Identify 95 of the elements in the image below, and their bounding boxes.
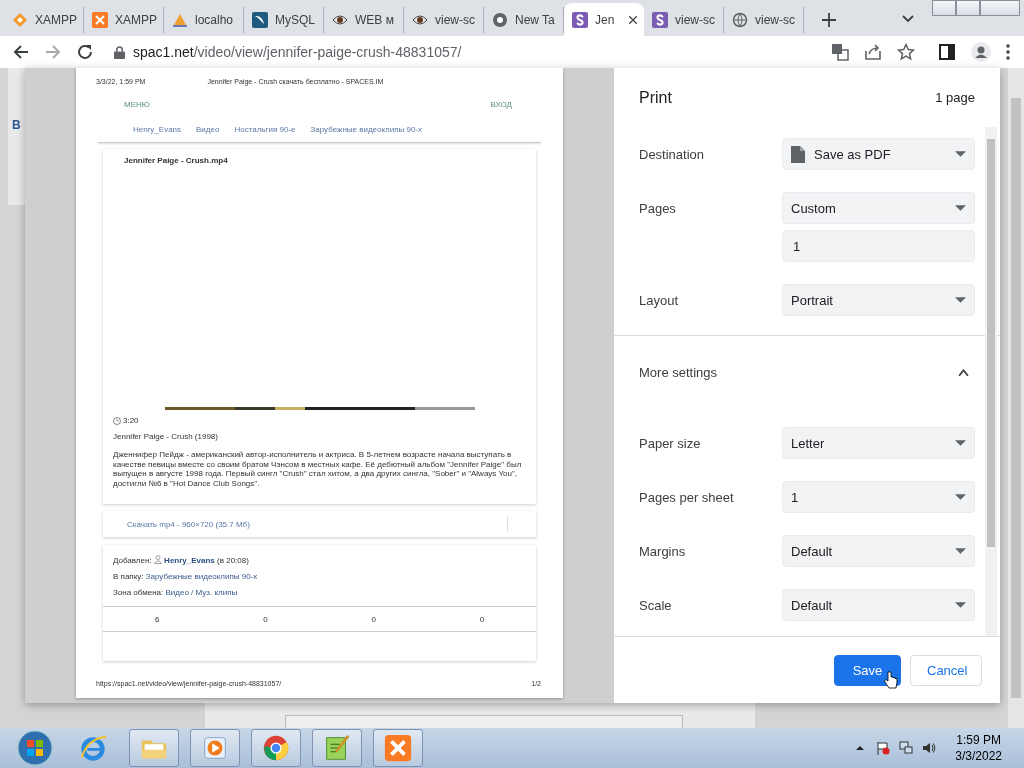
caret-icon	[958, 368, 969, 376]
setting-label: Pages per sheet	[639, 489, 735, 505]
eye-icon	[332, 12, 348, 28]
side-panel-icon[interactable]	[938, 43, 956, 61]
ie-icon	[78, 733, 108, 763]
start-button[interactable]	[16, 729, 54, 767]
caret-icon	[955, 296, 966, 304]
breadcrumb: Зарубежные видеоклипы 90-х	[310, 125, 423, 134]
save-button[interactable]: Save	[834, 654, 901, 686]
breadcrumb: Видео	[196, 125, 220, 134]
video-description: Дженнифер Пейдж - американский автор-исполнитель и актриса. В 5-летнем возрасте начала выступать в качестве певицы вместе со своим братом Чэнсом в местных кафе. Её дебютный альбом "Jennifer Paige" был выпущен в августе 1998 года. Первый сингл "Crush" стал хитом, а два других сингла, "Sober" и "Always You", достигли №6 в "Hot Dance Club Songs".	[113, 450, 523, 489]
caret-icon	[955, 493, 966, 501]
taskbar-app[interactable]	[373, 729, 423, 767]
menu-icon[interactable]	[1006, 44, 1010, 60]
page-count: 1 page	[935, 90, 975, 105]
stat-count: 6	[153, 614, 161, 624]
setting-dropdown[interactable]: Default	[782, 535, 975, 567]
volume-icon[interactable]	[922, 741, 937, 755]
chevron-icon[interactable]	[902, 15, 914, 23]
xampp-icon	[383, 733, 413, 763]
avatar-icon[interactable]	[971, 42, 991, 62]
cancel-button[interactable]: Cancel	[910, 654, 982, 686]
reload-icon[interactable]	[76, 43, 94, 61]
setting-label: Pages	[639, 200, 677, 216]
taskbar-app[interactable]	[251, 729, 301, 767]
taskbar-app[interactable]	[129, 729, 179, 767]
caret-icon	[955, 439, 966, 447]
setting-label: Destination	[639, 146, 706, 162]
back-icon[interactable]	[12, 43, 30, 61]
print-title: Print	[639, 88, 672, 107]
setting-label: Layout	[639, 292, 680, 308]
caret-icon	[955, 547, 966, 555]
stat-count: 0	[262, 614, 269, 624]
scrollbar[interactable]	[1008, 68, 1024, 728]
pages-input[interactable]: 1	[782, 230, 975, 262]
xampp-icon	[92, 12, 108, 28]
browser-tab[interactable]: XAMPP	[84, 7, 164, 33]
eye-icon	[412, 12, 428, 28]
plus-icon[interactable]	[822, 13, 836, 27]
letter-s-icon	[652, 12, 668, 28]
browser-tab[interactable]: view-sc	[724, 7, 804, 33]
more-settings-toggle[interactable]: More settings	[639, 336, 975, 408]
caret-icon	[955, 150, 966, 158]
sail-icon	[172, 12, 188, 28]
clock-icon	[113, 416, 121, 425]
file-title: Jennifer Paige - Crush.mp4	[124, 156, 229, 165]
setting-label: Scale	[639, 597, 673, 613]
scrollbar[interactable]	[985, 127, 997, 636]
network-icon[interactable]	[899, 741, 914, 755]
browser-tab[interactable]: Jen	[564, 3, 644, 36]
setting-dropdown[interactable]: Portrait	[782, 284, 975, 316]
breadcrumb: Ностальгия 90-е	[234, 125, 296, 134]
dolphin-icon	[252, 12, 268, 28]
address-bar[interactable]: spac1.net/video/view/jennifer-paige-crush-48831057/	[114, 38, 831, 66]
diamond-icon	[12, 12, 28, 28]
clock[interactable]: 1:59 PM 3/3/2022	[955, 732, 1002, 764]
letter-s-icon	[572, 11, 588, 28]
taskbar-app[interactable]	[312, 729, 362, 767]
setting-dropdown[interactable]: Letter	[782, 427, 975, 459]
lock-icon	[114, 45, 125, 59]
browser-tab[interactable]: localho	[164, 7, 244, 33]
setting-dropdown[interactable]: Custom	[782, 192, 975, 224]
video-subtitle: Jennifer Paige - Crush (1998)	[113, 432, 219, 441]
close-icon[interactable]	[628, 14, 638, 25]
browser-tab[interactable]: MySQL	[244, 7, 324, 33]
star-icon[interactable]	[897, 43, 915, 61]
stat-count: 0	[478, 614, 486, 624]
added-by-text: Добавлен: Henry_Evans (в 20:08)	[112, 555, 250, 565]
breadcrumb: Henry_Evans	[133, 125, 182, 134]
minimize-button[interactable]	[932, 0, 956, 16]
stat-count: 0	[370, 614, 377, 624]
hand-cursor-icon	[884, 671, 898, 689]
translate-icon[interactable]	[831, 43, 849, 61]
browser-tab[interactable]: WEB м	[324, 7, 404, 33]
chrome-icon	[261, 733, 291, 763]
browser-tab[interactable]: view-sc	[644, 7, 724, 33]
setting-dropdown[interactable]: Save as PDF	[782, 138, 975, 170]
zone-text: Зона обмена: Видео / Муз. клипы	[112, 588, 239, 597]
setting-dropdown[interactable]: Default	[782, 589, 975, 621]
user-icon	[153, 555, 162, 564]
share-icon[interactable]	[864, 43, 882, 61]
folder-text: В папку: Зарубежные видеоклипы 90-х	[112, 572, 259, 581]
browser-tab[interactable]: view-sc	[404, 7, 484, 33]
browser-tab[interactable]: XAMPP	[4, 7, 84, 33]
page-text: В	[12, 118, 21, 132]
setting-label: Margins	[639, 543, 687, 559]
caret-icon	[955, 204, 966, 212]
caret-icon	[955, 601, 966, 609]
setting-dropdown[interactable]: 1	[782, 481, 975, 513]
close-button[interactable]	[980, 0, 1020, 16]
flag-icon[interactable]	[876, 741, 891, 755]
taskbar-app[interactable]	[190, 729, 240, 767]
duration: 3:20	[123, 416, 139, 425]
setting-label: Paper size	[639, 435, 702, 451]
restore-button[interactable]	[956, 0, 980, 16]
